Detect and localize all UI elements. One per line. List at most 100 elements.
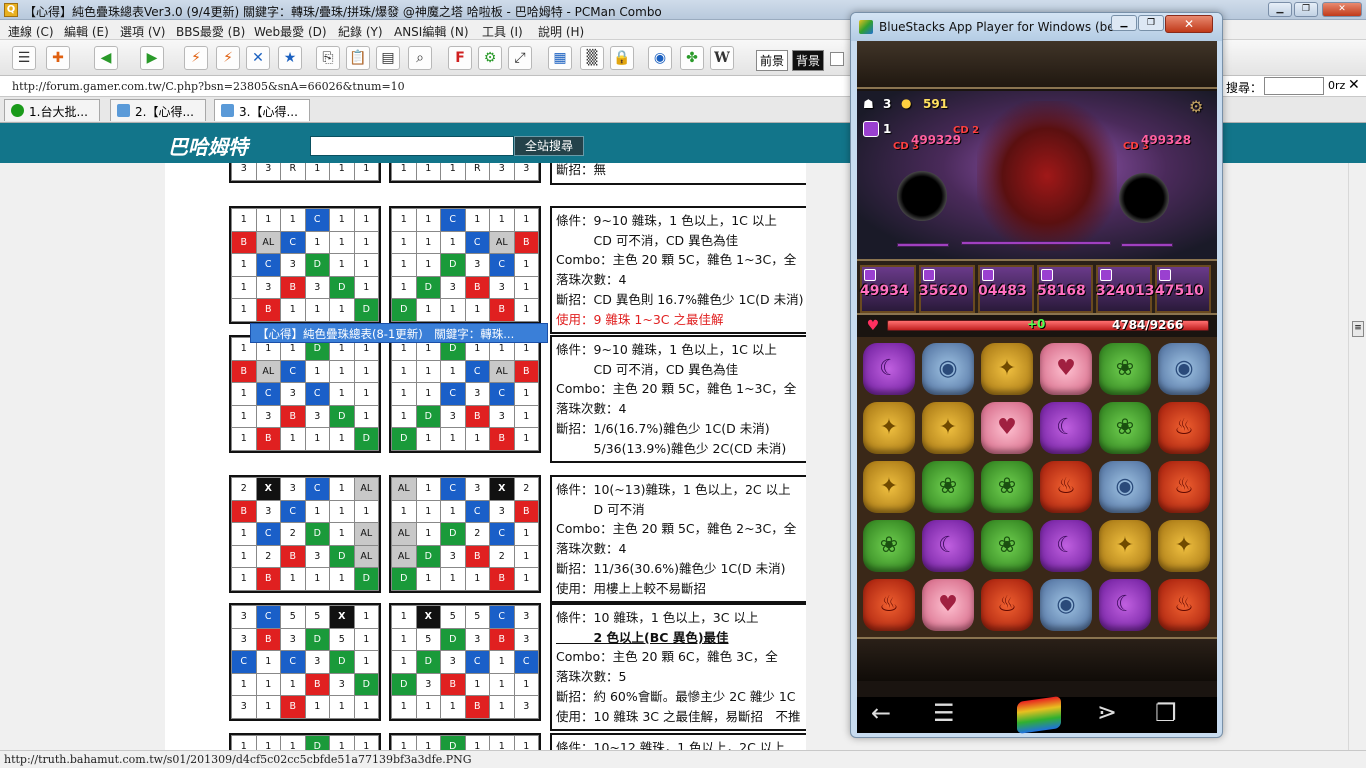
wikipedia-icon[interactable]: W (710, 46, 734, 70)
orb-cell: 1 (329, 427, 355, 451)
orb-cell: D (440, 253, 466, 277)
orb-water[interactable]: ◉ (1158, 343, 1210, 395)
scrollbar-thumb[interactable]: ≡ (1352, 321, 1364, 337)
lock-icon[interactable]: 🔒 (610, 46, 634, 70)
new-connection-icon[interactable]: ✚ (46, 46, 70, 70)
team-card[interactable]: 47510 (1155, 265, 1211, 313)
close-address-icon[interactable]: ✕ (1348, 77, 1360, 93)
orb-cell: C (489, 253, 515, 277)
team-card[interactable]: 04483 (978, 265, 1034, 313)
orb-heart[interactable]: ♥ (981, 402, 1033, 454)
menu-connect[interactable]: 連線 (C) (8, 23, 54, 40)
toolbar-search-input[interactable] (1264, 77, 1324, 95)
site-search-button[interactable]: 全站搜尋 (514, 136, 584, 156)
orb-fire[interactable]: ♨ (1158, 402, 1210, 454)
share-icon[interactable]: ⋖ (1097, 699, 1117, 727)
bluestacks-maximize-button[interactable]: ❐ (1138, 15, 1164, 31)
settings-gear-icon[interactable]: ⚙ (1189, 97, 1203, 116)
tab-1[interactable]: 1.台大批... (4, 99, 100, 121)
settings-gear-icon[interactable]: ⚙ (478, 46, 502, 70)
site-list-icon[interactable]: ☰ (12, 46, 36, 70)
orb-wood[interactable]: ❀ (981, 461, 1033, 513)
card-damage: 04483 (978, 283, 1027, 299)
orb-light[interactable]: ✦ (1099, 520, 1151, 572)
clover-icon[interactable]: ✤ (680, 46, 704, 70)
menu-tools[interactable]: 工具 (I) (482, 23, 523, 40)
back-arrow-icon[interactable]: ◀ (94, 46, 118, 70)
tab-2[interactable]: 2.【心得... (110, 99, 206, 121)
orb-light[interactable]: ✦ (1158, 520, 1210, 572)
orb-water[interactable]: ◉ (1099, 461, 1151, 513)
tab-3[interactable]: 3.【心得... (214, 99, 310, 121)
page-scrollbar[interactable]: ≡ (1348, 163, 1366, 750)
orb-fire[interactable]: ♨ (1158, 461, 1210, 513)
orb-light[interactable]: ✦ (981, 343, 1033, 395)
menu-icon[interactable]: ☰ (933, 699, 955, 727)
orb-wood[interactable]: ❀ (981, 520, 1033, 572)
address-url[interactable]: http://forum.gamer.com.tw/C.php?bsn=2380… (12, 80, 405, 93)
team-card[interactable]: 324013 (1096, 265, 1154, 313)
orb-water[interactable]: ◉ (1040, 579, 1092, 631)
orb-dark[interactable]: ☾ (1099, 579, 1151, 631)
reconnect-icon[interactable]: ⚡ (216, 46, 240, 70)
recent-apps-icon[interactable]: ❐ (1155, 699, 1177, 727)
orb-wood[interactable]: ❀ (1099, 343, 1151, 395)
find-icon[interactable]: ⌕ (408, 46, 432, 70)
orb-light[interactable]: ✦ (863, 402, 915, 454)
ansi-icon[interactable]: ▒ (580, 46, 604, 70)
menu-edit[interactable]: 編輯 (E) (64, 23, 109, 40)
background-color-button[interactable]: 背景 (792, 50, 825, 71)
bluestacks-minimize-button[interactable]: ▁ (1111, 15, 1137, 31)
orb-wood[interactable]: ❀ (1099, 402, 1151, 454)
menu-web-favorites[interactable]: Web最愛 (D) (254, 23, 327, 40)
copy-icon[interactable]: ⎘ (316, 46, 340, 70)
orb-dark[interactable]: ☾ (922, 520, 974, 572)
orb-cell: C (440, 382, 466, 406)
maximize-button[interactable]: ❐ (1294, 2, 1318, 17)
team-card[interactable]: 35620 (919, 265, 975, 313)
orb-fire[interactable]: ♨ (1040, 461, 1092, 513)
add-favorite-icon[interactable]: ★ (278, 46, 302, 70)
menu-options[interactable]: 選項 (V) (120, 23, 165, 40)
orb-board[interactable]: ☾ ◉ ✦ ♥ ❀ ◉ ✦ ✦ ♥ ☾ ❀ ♨ ✦ ❀ ❀ ♨ ◉ ♨ ❀ ☾ ❀ ☾ ✦ ✦ ♨ ♥ ♨ ◉ ☾ ♨ (857, 337, 1217, 637)
minimize-button[interactable]: ▁ (1268, 2, 1292, 17)
menu-ansi-edit[interactable]: ANSI編輯 (N) (394, 23, 469, 40)
orb-light[interactable]: ✦ (863, 461, 915, 513)
copy-ansi-icon[interactable]: ▤ (376, 46, 400, 70)
orb-wood[interactable]: ❀ (863, 520, 915, 572)
orb-dark[interactable]: ☾ (863, 343, 915, 395)
fullscreen-icon[interactable]: ⤢ (508, 46, 532, 70)
disconnect-icon[interactable]: ⚡ (184, 46, 208, 70)
site-logo[interactable]: 巴哈姆特 (168, 131, 248, 160)
forward-arrow-icon[interactable]: ▶ (140, 46, 164, 70)
close-tab-icon[interactable]: ✕ (246, 46, 270, 70)
orb-fire[interactable]: ♨ (981, 579, 1033, 631)
team-card[interactable]: 58168 (1037, 265, 1093, 313)
font-icon[interactable]: F (448, 46, 472, 70)
bluestacks-close-button[interactable]: ✕ (1165, 15, 1213, 33)
orb-dark[interactable]: ☾ (1040, 402, 1092, 454)
orb-fire[interactable]: ♨ (1158, 579, 1210, 631)
orb-heart[interactable]: ♥ (922, 579, 974, 631)
team-card[interactable]: 49934 (860, 265, 916, 313)
site-search-input[interactable] (310, 136, 514, 156)
orb-wood[interactable]: ❀ (922, 461, 974, 513)
image-icon[interactable]: ▦ (548, 46, 572, 70)
foreground-color-button[interactable]: 前景 (756, 50, 789, 71)
bluestacks-home-icon[interactable] (1017, 695, 1061, 735)
menu-bbs-favorites[interactable]: BBS最愛 (B) (176, 23, 245, 40)
back-icon[interactable]: ← (871, 699, 891, 727)
search-engine-icon[interactable]: ◉ (648, 46, 672, 70)
orb-light[interactable]: ✦ (922, 402, 974, 454)
menu-help[interactable]: 說明 (H) (538, 23, 584, 40)
menu-history[interactable]: 紀錄 (Y) (338, 23, 383, 40)
orb-dark[interactable]: ☾ (1040, 520, 1092, 572)
orz-dropdown[interactable]: 0rz (1328, 79, 1345, 92)
orb-fire[interactable]: ♨ (863, 579, 915, 631)
paste-icon[interactable]: 📋 (346, 46, 370, 70)
game-screen[interactable]: ☗ 3 ● 591 1 ⚙ CD 3 499329 CD 2 CD 3 4993… (857, 41, 1217, 733)
blink-checkbox[interactable] (830, 52, 844, 66)
orb-water[interactable]: ◉ (922, 343, 974, 395)
close-button[interactable]: ✕ (1322, 2, 1362, 17)
orb-heart[interactable]: ♥ (1040, 343, 1092, 395)
